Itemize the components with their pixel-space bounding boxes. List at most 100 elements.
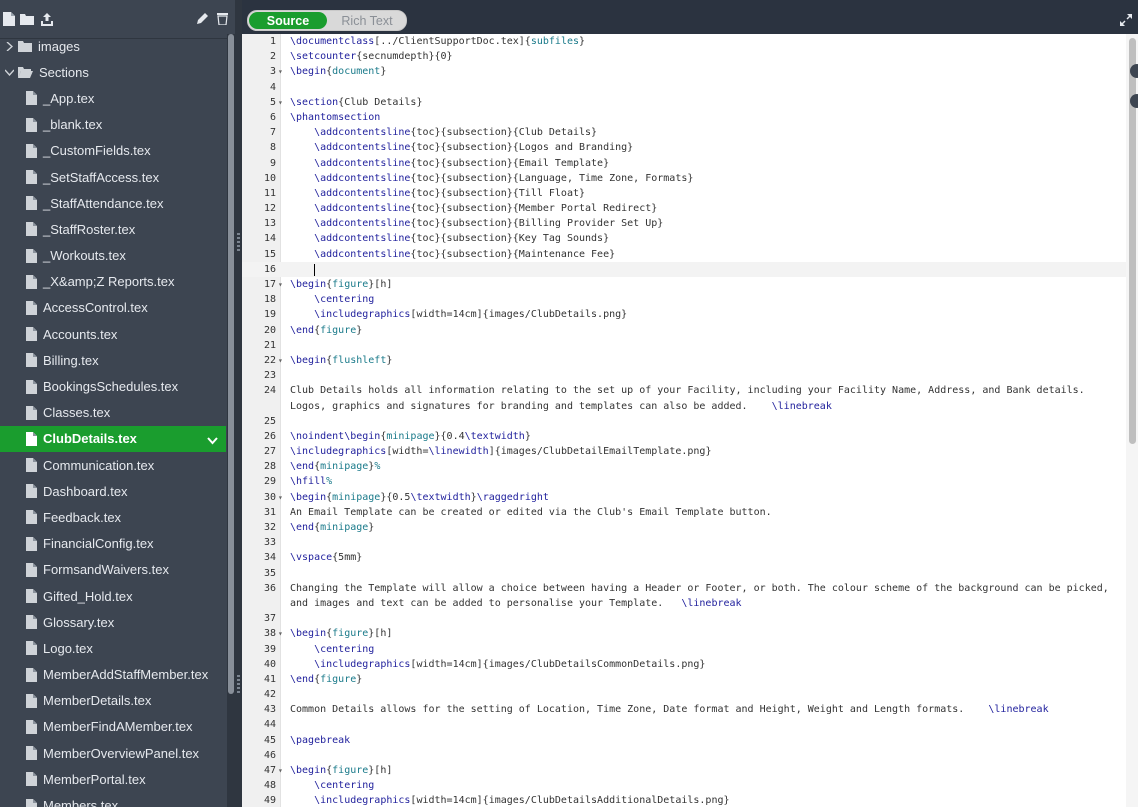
- file-item[interactable]: Glossary.tex: [0, 609, 226, 635]
- file-item[interactable]: Classes.tex: [0, 400, 226, 426]
- file-item[interactable]: BookingsSchedules.tex: [0, 373, 226, 399]
- code-line[interactable]: 48 \centering: [242, 778, 1126, 793]
- code-line[interactable]: 23: [242, 368, 1126, 383]
- file-item[interactable]: _StaffRoster.tex: [0, 216, 226, 242]
- code-line[interactable]: 27 \includegraphics[width=\linewidth]{ima…: [242, 444, 1126, 459]
- file-item[interactable]: _App.tex: [0, 85, 226, 111]
- code-line[interactable]: 7 \addcontentsline{toc}{subsection}{Club…: [242, 125, 1126, 140]
- code-line[interactable]: 6 \phantomsection: [242, 110, 1126, 125]
- code-line[interactable]: 49 \includegraphics[width=14cm]{images/C…: [242, 793, 1126, 807]
- folder-sections[interactable]: Sections: [0, 59, 226, 85]
- file-item[interactable]: _StaffAttendance.tex: [0, 190, 226, 216]
- code-line[interactable]: 32 \end{minipage}: [242, 520, 1126, 535]
- code-line[interactable]: 37: [242, 611, 1126, 626]
- code-line[interactable]: 43 Common Details allows for the setting …: [242, 702, 1126, 717]
- fold-arrow-icon[interactable]: ▾: [278, 763, 283, 778]
- file-item[interactable]: MemberAddStaffMember.tex: [0, 662, 226, 688]
- code-line[interactable]: 36 Changing the Template will allow a cho…: [242, 581, 1126, 596]
- code-line[interactable]: 30 ▾ \begin{minipage}{0.5\textwidth}\ragge…: [242, 490, 1126, 505]
- code-line[interactable]: 22 ▾ \begin{flushleft}: [242, 353, 1126, 368]
- file-item[interactable]: MemberOverviewPanel.tex: [0, 740, 226, 766]
- file-item[interactable]: Members.tex: [0, 792, 226, 807]
- code-line[interactable]: 1 \documentclass[../ClientSupportDoc.tex]…: [242, 34, 1126, 49]
- code-line[interactable]: 17 ▾ \begin{figure}[h]: [242, 277, 1126, 292]
- file-item[interactable]: _CustomFields.tex: [0, 138, 226, 164]
- code-line[interactable]: 24 Club Details holds all information rel…: [242, 383, 1126, 398]
- code-line[interactable]: 35: [242, 566, 1126, 581]
- new-folder-icon[interactable]: [20, 12, 34, 26]
- code-line[interactable]: 47 ▾ \begin{figure}[h]: [242, 763, 1126, 778]
- code-line[interactable]: 21: [242, 338, 1126, 353]
- file-item[interactable]: _Workouts.tex: [0, 243, 226, 269]
- code-line[interactable]: 28 \end{minipage}%: [242, 459, 1126, 474]
- code-line[interactable]: 33: [242, 535, 1126, 550]
- fold-arrow-icon[interactable]: ▾: [278, 353, 283, 368]
- fold-arrow-icon[interactable]: ▾: [278, 277, 283, 292]
- code-line[interactable]: 42: [242, 687, 1126, 702]
- chevron-down-icon[interactable]: [4, 69, 14, 76]
- code-line[interactable]: 11 \addcontentsline{toc}{subsection}{Til…: [242, 186, 1126, 201]
- file-item[interactable]: Dashboard.tex: [0, 478, 226, 504]
- file-item[interactable]: Accounts.tex: [0, 321, 226, 347]
- code-line[interactable]: 41 \end{figure}: [242, 672, 1126, 687]
- code-line[interactable]: 13 \addcontentsline{toc}{subsection}{Bil…: [242, 216, 1126, 231]
- collapse-panel-icon[interactable]: [1130, 94, 1138, 108]
- file-item[interactable]: Billing.tex: [0, 347, 226, 373]
- chevron-right-icon[interactable]: [4, 41, 14, 51]
- file-item[interactable]: FormsandWaivers.tex: [0, 557, 226, 583]
- fold-arrow-icon[interactable]: ▾: [278, 95, 283, 110]
- code-line[interactable]: 29 \hfill%: [242, 474, 1126, 489]
- fold-arrow-icon[interactable]: ▾: [278, 490, 283, 505]
- file-item[interactable]: Communication.tex: [0, 452, 226, 478]
- file-item[interactable]: AccessControl.tex: [0, 295, 226, 321]
- code-line[interactable]: 15 \addcontentsline{toc}{subsection}{Mai…: [242, 247, 1126, 262]
- code-line[interactable]: and images and text can be added to pers…: [242, 596, 1126, 611]
- code-line[interactable]: 19 \includegraphics[width=14cm]{images/C…: [242, 307, 1126, 322]
- code-line[interactable]: 16: [242, 261, 1126, 277]
- code-line[interactable]: 39 \centering: [242, 642, 1126, 657]
- code-line[interactable]: 9 \addcontentsline{toc}{subsection}{Emai…: [242, 156, 1126, 171]
- file-item[interactable]: MemberPortal.tex: [0, 766, 226, 792]
- file-item[interactable]: Feedback.tex: [0, 504, 226, 530]
- fold-arrow-icon[interactable]: ▾: [278, 64, 283, 79]
- chevron-down-icon[interactable]: [207, 433, 218, 448]
- code-line[interactable]: 40 \includegraphics[width=14cm]{images/C…: [242, 657, 1126, 672]
- delete-icon[interactable]: [217, 12, 231, 26]
- sidebar-scroll-thumb[interactable]: [228, 34, 234, 694]
- pane-resize-handle[interactable]: [235, 0, 242, 807]
- editor-scrollbar[interactable]: [1126, 34, 1138, 807]
- code-line[interactable]: 26 \noindent\begin{minipage}{0.4\textwidt…: [242, 429, 1126, 444]
- code-line[interactable]: 20 \end{figure}: [242, 323, 1126, 338]
- code-line[interactable]: 25: [242, 414, 1126, 429]
- code-line[interactable]: 12 \addcontentsline{toc}{subsection}{Mem…: [242, 201, 1126, 216]
- code-line[interactable]: 14 \addcontentsline{toc}{subsection}{Key…: [242, 231, 1126, 246]
- new-file-icon[interactable]: [3, 12, 17, 26]
- collapse-panel-icon[interactable]: [1130, 64, 1138, 78]
- resize-grip[interactable]: [237, 233, 240, 251]
- code-editor[interactable]: 1 \documentclass[../ClientSupportDoc.tex]…: [242, 34, 1138, 807]
- file-item[interactable]: MemberDetails.tex: [0, 688, 226, 714]
- code-line[interactable]: 44: [242, 717, 1126, 732]
- file-item[interactable]: Logo.tex: [0, 635, 226, 661]
- editor-lines[interactable]: 1 \documentclass[../ClientSupportDoc.tex]…: [242, 34, 1126, 807]
- file-item[interactable]: _X&amp;Z Reports.tex: [0, 269, 226, 295]
- folder-images[interactable]: images: [0, 33, 226, 59]
- fold-arrow-icon[interactable]: ▾: [278, 626, 283, 641]
- code-line[interactable]: 5 ▾ \section{Club Details}: [242, 95, 1126, 110]
- code-line[interactable]: 34 \vspace{5mm}: [242, 550, 1126, 565]
- code-line[interactable]: 8 \addcontentsline{toc}{subsection}{Logo…: [242, 140, 1126, 155]
- code-line[interactable]: 2 \setcounter{secnumdepth}{0}: [242, 49, 1126, 64]
- view-mode-toggle[interactable]: Source Rich Text: [247, 10, 407, 31]
- code-line[interactable]: 45 \pagebreak: [242, 733, 1126, 748]
- code-line[interactable]: 4: [242, 80, 1126, 95]
- code-line[interactable]: 46: [242, 748, 1126, 763]
- code-line[interactable]: 10 \addcontentsline{toc}{subsection}{Lan…: [242, 171, 1126, 186]
- resize-grip[interactable]: [237, 675, 240, 693]
- file-item[interactable]: _blank.tex: [0, 112, 226, 138]
- file-item-selected[interactable]: ClubDetails.tex: [0, 425, 226, 452]
- source-mode-button[interactable]: Source: [249, 12, 327, 29]
- expand-icon[interactable]: [1120, 13, 1132, 31]
- file-item[interactable]: _SetStaffAccess.tex: [0, 164, 226, 190]
- code-line[interactable]: 31 An Email Template can be created or ed…: [242, 505, 1126, 520]
- file-item[interactable]: MemberFindAMember.tex: [0, 714, 226, 740]
